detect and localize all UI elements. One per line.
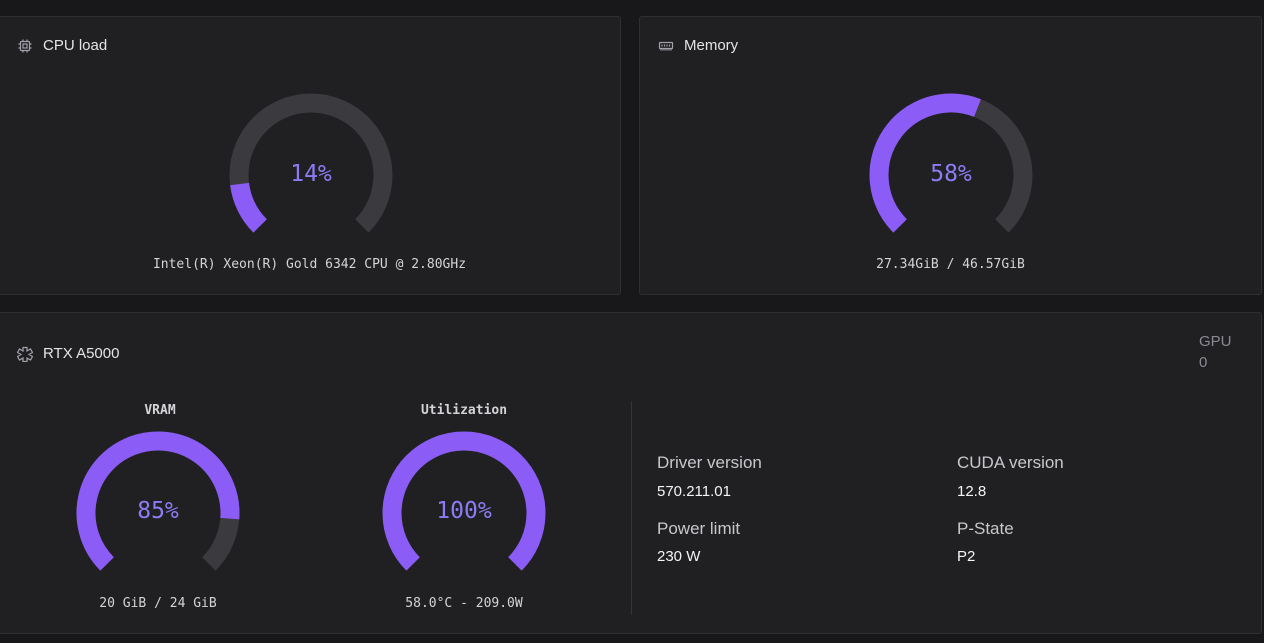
vram-usage-caption: 20 GiB / 24 GiB — [99, 596, 217, 611]
gpu-index: GPU 0 — [1199, 331, 1232, 373]
memory-card-title: Memory — [684, 37, 739, 54]
memory-gauge: 58% — [869, 93, 1033, 257]
gpu-icon — [17, 346, 33, 362]
utilization-gauge: 100% — [382, 431, 546, 595]
memory-card: Memory 58% 27.34GiB / 46.57GiB — [639, 16, 1262, 295]
cuda-version-value: 12.8 — [957, 483, 987, 500]
memory-percent: 58% — [930, 161, 972, 187]
memory-usage-caption: 27.34GiB / 46.57GiB — [876, 257, 1025, 272]
utilization-label: Utilization — [420, 403, 508, 418]
gpu-card-title: RTX A5000 — [43, 345, 120, 362]
cpu-chip-icon — [17, 38, 33, 54]
vram-percent: 85% — [137, 498, 179, 524]
gpu-card-header: RTX A5000 — [17, 345, 119, 362]
temp-power-caption: 58.0°C - 209.0W — [405, 596, 523, 611]
p-state-value: P2 — [957, 548, 976, 565]
gpu-index-value: 0 — [1199, 354, 1208, 371]
driver-version-value: 570.211.01 — [657, 483, 731, 500]
vram-gauge: 85% — [76, 431, 240, 595]
gpu-section-divider — [631, 401, 632, 615]
cpu-load-percent: 14% — [290, 161, 332, 187]
gpu-card: RTX A5000 GPU 0 VRAM 85% 20 GiB / 24 GiB… — [0, 312, 1262, 634]
p-state-label: P-State — [957, 519, 1014, 538]
cpu-load-gauge: 14% — [229, 93, 393, 257]
utilization-percent: 100% — [436, 498, 492, 524]
cpu-gauge-fill — [230, 182, 268, 233]
cpu-load-card: CPU load 14% Intel(R) Xeon(R) Gold 6342 … — [0, 16, 621, 295]
power-limit-value: 230 W — [657, 548, 701, 565]
memory-card-header: Memory — [658, 37, 738, 54]
cuda-version-label: CUDA version — [957, 453, 1064, 472]
cpu-card-title: CPU load — [43, 37, 108, 54]
vram-label: VRAM — [144, 403, 176, 418]
power-limit-label: Power limit — [657, 519, 741, 538]
memory-module-icon — [658, 38, 674, 54]
gpu-index-label: GPU — [1199, 333, 1232, 350]
cpu-model-caption: Intel(R) Xeon(R) Gold 6342 CPU @ 2.80GHz — [152, 257, 467, 272]
driver-version-label: Driver version — [657, 453, 762, 472]
cpu-card-header: CPU load — [17, 37, 107, 54]
